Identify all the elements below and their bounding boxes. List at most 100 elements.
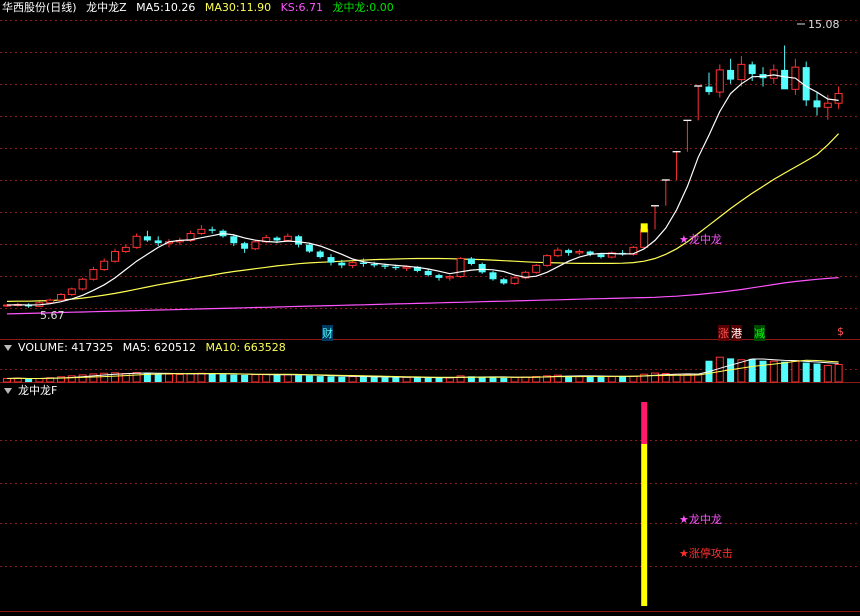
candle-body-67 bbox=[727, 69, 735, 80]
candle-body-31 bbox=[338, 262, 346, 266]
vol-ma5-value: 620512 bbox=[154, 341, 197, 354]
volume-bar-45 bbox=[489, 377, 497, 382]
candle-body-33 bbox=[359, 262, 367, 264]
candle-body-42 bbox=[456, 257, 465, 277]
dividend-marker[interactable]: $ bbox=[837, 325, 844, 338]
volume-bar-55 bbox=[597, 376, 605, 382]
volume-bar-12 bbox=[132, 372, 141, 383]
volume-bar-28 bbox=[305, 375, 313, 382]
candle-body-10 bbox=[111, 251, 119, 262]
signal-main-label: ★龙中龙 bbox=[679, 233, 722, 246]
volume-bar-76 bbox=[823, 364, 832, 383]
ma30-value: 11.90 bbox=[239, 1, 272, 14]
candle-body-76 bbox=[823, 102, 832, 108]
candle-body-35 bbox=[381, 265, 389, 267]
candle-body-52 bbox=[565, 250, 573, 253]
volume-bar-18 bbox=[197, 372, 206, 383]
volume-bar-31 bbox=[338, 376, 346, 382]
vol-ma10-value: 663528 bbox=[243, 341, 286, 354]
hk-marker[interactable]: 港 bbox=[731, 325, 742, 341]
candle-body-55 bbox=[597, 254, 605, 258]
candle-body-45 bbox=[489, 272, 497, 280]
volume-bar-47 bbox=[510, 376, 519, 383]
volume-bar-14 bbox=[154, 373, 162, 382]
volume-bar-24 bbox=[262, 373, 271, 383]
volume-bar-70 bbox=[759, 360, 767, 382]
candle-body-44 bbox=[478, 264, 486, 273]
candle-body-68 bbox=[737, 63, 746, 81]
candle-body-32 bbox=[348, 262, 357, 266]
candle-body-47 bbox=[510, 277, 519, 284]
reduce-marker[interactable]: 减 bbox=[754, 325, 765, 341]
volume-bar-41 bbox=[445, 377, 454, 383]
finance-marker[interactable]: 财 bbox=[322, 325, 333, 341]
candle-body-13 bbox=[143, 236, 151, 241]
candle-body-51 bbox=[553, 249, 562, 257]
candle-body-40 bbox=[435, 275, 443, 278]
volume-bar-36 bbox=[392, 377, 400, 382]
candle-body-25 bbox=[273, 237, 281, 241]
chart-stage: 华西股份(日线) 龙中龙Z MA5:10.26 MA30:11.90 KS:6.… bbox=[0, 0, 860, 613]
candle-body-21 bbox=[230, 236, 238, 244]
volume-bar-44 bbox=[478, 377, 486, 382]
candle-body-39 bbox=[424, 270, 432, 276]
volume-bar-23 bbox=[251, 374, 260, 383]
volume-bar-38 bbox=[413, 377, 421, 382]
volume-bar-17 bbox=[186, 373, 195, 383]
volume-bar-26 bbox=[283, 374, 292, 383]
stock-chart bbox=[0, 20, 860, 612]
volume-bar-73 bbox=[791, 360, 800, 383]
volume-bar-34 bbox=[370, 377, 378, 382]
volume-bar-8 bbox=[89, 373, 98, 383]
ma5-line bbox=[6, 74, 839, 306]
stock-name[interactable]: 华西股份 bbox=[2, 1, 46, 14]
candle-body-53 bbox=[575, 251, 584, 254]
volume-bar-6 bbox=[67, 375, 76, 383]
volume-bar-21 bbox=[230, 374, 238, 382]
collapse-bottom-icon[interactable] bbox=[4, 388, 12, 394]
bottom-title: 龙中龙F bbox=[18, 384, 58, 397]
candle-body-30 bbox=[327, 257, 335, 263]
indicator-bar-bottom bbox=[641, 444, 648, 606]
bottom-header: 龙中龙F bbox=[2, 383, 63, 399]
candle-body-4 bbox=[46, 299, 55, 304]
candle-body-43 bbox=[467, 258, 475, 264]
candle-body-74 bbox=[802, 67, 810, 101]
candle-body-69 bbox=[748, 64, 756, 75]
candle-body-34 bbox=[370, 264, 378, 266]
candle-body-14 bbox=[154, 240, 162, 244]
candle-body-71 bbox=[769, 69, 778, 79]
candle-body-46 bbox=[500, 279, 508, 284]
collapse-volume-icon[interactable] bbox=[4, 345, 12, 351]
volume-bar-64 bbox=[694, 374, 703, 383]
candle-body-8 bbox=[89, 269, 98, 280]
candle-body-9 bbox=[100, 260, 109, 271]
limit-up-marker[interactable]: 涨 bbox=[718, 325, 729, 341]
vol-ma10-label: MA10: bbox=[205, 341, 241, 354]
main-header: 华西股份(日线) 龙中龙Z MA5:10.26 MA30:11.90 KS:6.… bbox=[2, 0, 400, 16]
volume-bar-20 bbox=[219, 374, 227, 382]
volume-bar-7 bbox=[78, 374, 87, 383]
volume-bar-2 bbox=[25, 378, 33, 382]
volume-bar-57 bbox=[619, 376, 627, 382]
volume-bar-77 bbox=[834, 364, 843, 383]
candle-body-22 bbox=[241, 243, 249, 249]
volume-bar-75 bbox=[813, 363, 821, 382]
volume-bar-30 bbox=[327, 376, 335, 382]
high-price-label: 15.08 bbox=[808, 18, 840, 31]
volume-bar-33 bbox=[359, 376, 367, 382]
volume-bar-69 bbox=[748, 358, 756, 382]
volume-bar-58 bbox=[629, 375, 638, 383]
lzl-value: 0.00 bbox=[369, 1, 394, 14]
signal-bottom-label-2: ★涨停攻击 bbox=[679, 547, 733, 560]
indicator-name[interactable]: 龙中龙Z bbox=[86, 1, 127, 14]
ks-label: KS: bbox=[280, 1, 299, 14]
candle-body-29 bbox=[316, 251, 324, 258]
ma30-label: MA30: bbox=[204, 1, 240, 14]
candle-body-41 bbox=[445, 275, 454, 279]
candle-body-49 bbox=[532, 264, 541, 273]
period-label[interactable]: (日线) bbox=[46, 1, 77, 14]
ma5-label: MA5: bbox=[136, 1, 164, 14]
candle-body-7 bbox=[78, 278, 87, 290]
lzl-label: 龙中龙: bbox=[332, 1, 370, 14]
